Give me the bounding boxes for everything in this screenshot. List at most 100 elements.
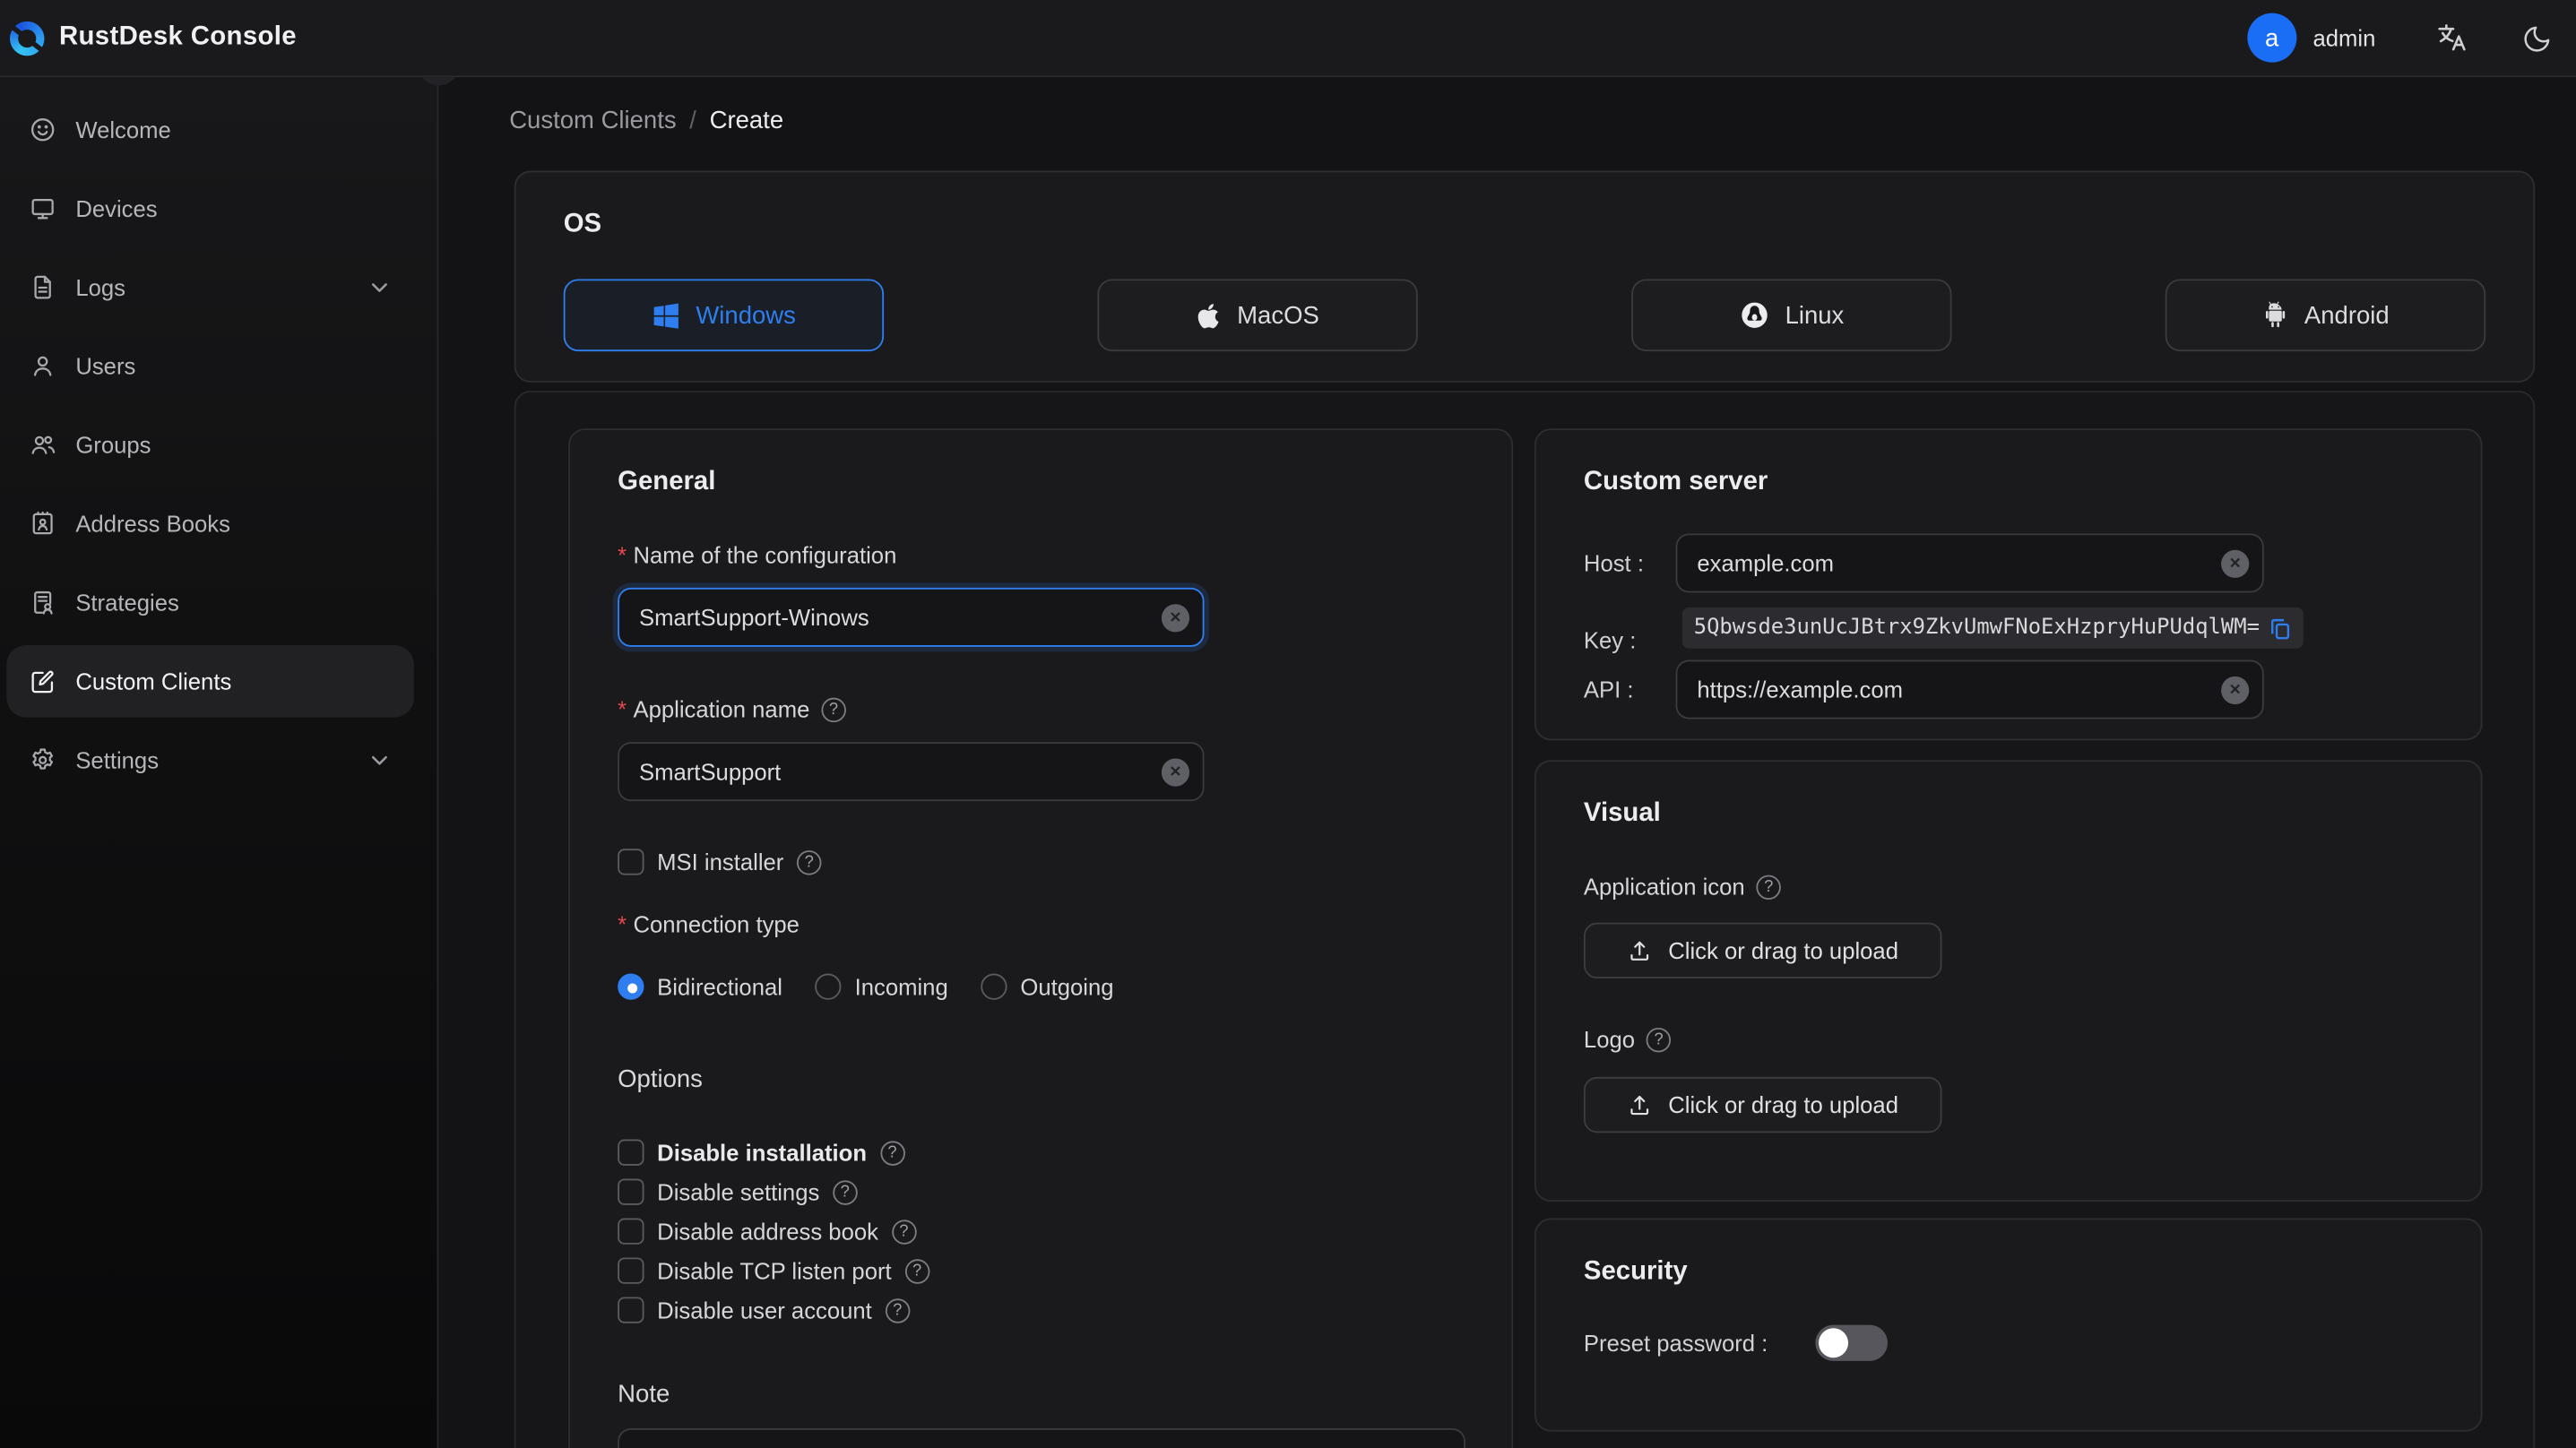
- checkbox[interactable]: [618, 1218, 644, 1245]
- main-content: Custom Clients / Create OS Windows MacOS…: [438, 77, 2576, 1448]
- msi-checkbox[interactable]: [618, 849, 644, 875]
- visual-section: Visual Application icon ? Click or drag …: [1534, 760, 2483, 1202]
- option-disable-tcp-listen-port[interactable]: Disable TCP listen port ?: [618, 1251, 929, 1290]
- sidebar-item-welcome[interactable]: Welcome: [0, 90, 437, 169]
- help-icon[interactable]: ?: [1756, 874, 1781, 900]
- breadcrumb: Custom Clients / Create: [509, 107, 783, 134]
- custom-server-heading: Custom server: [1583, 468, 1768, 496]
- sidebar-item-users[interactable]: Users: [0, 327, 437, 406]
- note-textarea[interactable]: [618, 1428, 1465, 1448]
- os-section: OS Windows MacOS Linux Android: [514, 170, 2536, 383]
- api-input[interactable]: [1675, 659, 2264, 720]
- clear-api-icon[interactable]: ✕: [2221, 676, 2250, 705]
- help-icon[interactable]: ?: [891, 1219, 917, 1244]
- os-button-windows[interactable]: Windows: [563, 279, 885, 352]
- android-logo-icon: [2261, 300, 2287, 330]
- checkbox[interactable]: [618, 1178, 644, 1205]
- help-icon[interactable]: ?: [904, 1258, 929, 1283]
- security-section: Security Preset password :: [1534, 1218, 2483, 1432]
- option-disable-user-account[interactable]: Disable user account ?: [618, 1290, 929, 1330]
- sidebar-item-devices[interactable]: Devices: [0, 169, 437, 248]
- visual-heading: Visual: [1583, 799, 1661, 828]
- sidebar-item-label: Devices: [75, 195, 158, 222]
- help-icon[interactable]: ?: [832, 1179, 858, 1204]
- required-mark: *: [618, 695, 627, 723]
- option-disable-installation[interactable]: Disable installation ?: [618, 1133, 929, 1172]
- radio-bidirectional[interactable]: Bidirectional: [618, 973, 782, 1000]
- checkbox[interactable]: [618, 1257, 644, 1284]
- copy-icon[interactable]: [2269, 616, 2293, 640]
- sidebar-item-settings[interactable]: Settings: [0, 720, 437, 799]
- language-icon[interactable]: [2434, 22, 2468, 55]
- msi-label: MSI installer: [657, 849, 784, 875]
- brand: RustDesk Console: [9, 20, 297, 56]
- help-icon[interactable]: ?: [1646, 1027, 1672, 1052]
- application-name-input[interactable]: [618, 742, 1205, 802]
- topbar-right: a admin: [2247, 13, 2553, 63]
- option-disable-settings[interactable]: Disable settings ?: [618, 1172, 929, 1211]
- clear-app-name-icon[interactable]: ✕: [1161, 758, 1190, 787]
- os-button-android[interactable]: Android: [2165, 279, 2486, 352]
- breadcrumb-parent[interactable]: Custom Clients: [509, 107, 676, 134]
- users-icon: [30, 432, 56, 458]
- rustdesk-logo-icon: [9, 20, 45, 56]
- radio-incoming[interactable]: Incoming: [815, 973, 948, 1000]
- radio-icon[interactable]: [815, 973, 842, 1000]
- upload-label: Click or drag to upload: [1668, 937, 1898, 964]
- note-label: Note: [618, 1380, 670, 1409]
- preset-password-toggle[interactable]: [1815, 1324, 1889, 1361]
- gear-icon: [30, 747, 56, 773]
- host-input[interactable]: [1675, 533, 2264, 593]
- sidebar-item-label: Settings: [75, 746, 160, 773]
- checkbox[interactable]: [618, 1139, 644, 1166]
- toggle-knob: [1819, 1328, 1849, 1358]
- os-heading: OS: [563, 210, 602, 238]
- checkbox[interactable]: [618, 1297, 644, 1323]
- logo-label: Logo ?: [1584, 1026, 1672, 1052]
- host-label: Host :: [1583, 549, 1644, 577]
- radio-icon[interactable]: [618, 973, 644, 1000]
- sidebar-item-label: Custom Clients: [75, 668, 232, 695]
- application-name-label: * Application name ?: [618, 696, 846, 722]
- msi-installer-option[interactable]: MSI installer ?: [618, 849, 822, 875]
- app-icon-upload-button[interactable]: Click or drag to upload: [1583, 922, 1942, 978]
- help-icon[interactable]: ?: [797, 849, 822, 875]
- chevron-down-icon: [368, 748, 392, 771]
- sidebar-item-address-books[interactable]: Address Books: [0, 484, 437, 563]
- required-mark: *: [618, 541, 627, 568]
- preset-password-label: Preset password :: [1583, 1330, 1768, 1357]
- avatar[interactable]: a: [2247, 13, 2297, 63]
- help-icon[interactable]: ?: [885, 1297, 910, 1323]
- key-value-chip: 5Qbwsde3unUcJBtrx9ZkvUmwFNoExHzpryHuPUdq…: [1681, 607, 2304, 649]
- key-value: 5Qbwsde3unUcJBtrx9ZkvUmwFNoExHzpryHuPUdq…: [1693, 616, 2260, 641]
- configuration-name-input[interactable]: [618, 587, 1205, 647]
- logo-upload-button[interactable]: Click or drag to upload: [1583, 1076, 1942, 1133]
- custom-server-section: Custom server Host : ✕ Key : 5Qbwsde3unU…: [1534, 428, 2483, 741]
- sidebar-item-label: Strategies: [75, 589, 179, 616]
- os-button-macos[interactable]: MacOS: [1097, 279, 1418, 352]
- sidebar-item-strategies[interactable]: Strategies: [0, 563, 437, 642]
- sidebar-item-label: Logs: [75, 273, 125, 301]
- sidebar-item-logs[interactable]: Logs: [0, 248, 437, 327]
- help-icon[interactable]: ?: [879, 1140, 905, 1165]
- smiley-icon: [30, 116, 56, 142]
- sidebar-item-groups[interactable]: Groups: [0, 406, 437, 485]
- help-icon[interactable]: ?: [821, 696, 846, 722]
- options-heading: Options: [618, 1065, 703, 1094]
- username[interactable]: admin: [2312, 24, 2375, 50]
- radio-outgoing[interactable]: Outgoing: [981, 973, 1114, 1000]
- upload-icon: [1627, 937, 1653, 963]
- name-label: * Name of the configuration: [618, 541, 897, 568]
- address-book-icon: [30, 511, 56, 537]
- clear-name-icon[interactable]: ✕: [1161, 604, 1190, 633]
- clear-host-icon[interactable]: ✕: [2221, 549, 2250, 578]
- os-options: Windows MacOS Linux Android: [563, 279, 2486, 352]
- os-button-label: MacOS: [1237, 301, 1319, 330]
- form-panel: General * Name of the configuration ✕ * …: [514, 391, 2536, 1448]
- option-disable-address-book[interactable]: Disable address book ?: [618, 1211, 929, 1251]
- connection-type-options: Bidirectional Incoming Outgoing: [618, 973, 1114, 1000]
- radio-icon[interactable]: [981, 973, 1007, 1000]
- dark-mode-icon[interactable]: [2522, 22, 2554, 54]
- os-button-linux[interactable]: Linux: [1631, 279, 1952, 352]
- sidebar-item-custom-clients[interactable]: Custom Clients: [6, 645, 414, 718]
